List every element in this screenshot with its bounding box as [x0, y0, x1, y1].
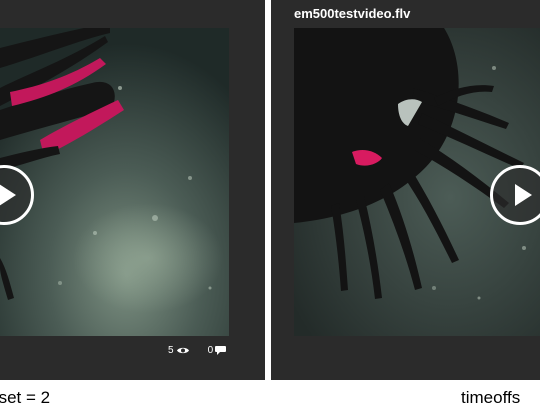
- eye-icon: [176, 347, 189, 354]
- video-still-left: [0, 28, 229, 336]
- comments-stat: 0: [208, 345, 227, 356]
- caption-left: offset = 2: [0, 388, 51, 407]
- comments-count: 0: [207, 345, 214, 356]
- video-stats-left: 5 0: [168, 345, 227, 356]
- video-frame-left[interactable]: [0, 28, 229, 336]
- video-player-right: em500testvideo.flv: [271, 0, 540, 380]
- views-stat: 5: [168, 345, 190, 356]
- play-icon: [515, 184, 532, 206]
- caption-right: timeoffs: [461, 388, 521, 407]
- comment-icon: [215, 346, 227, 355]
- video-title[interactable]: em500testvideo.flv: [294, 6, 410, 21]
- video-player-left: 5 0: [0, 0, 265, 380]
- views-count: 5: [168, 345, 174, 356]
- play-icon: [0, 184, 16, 206]
